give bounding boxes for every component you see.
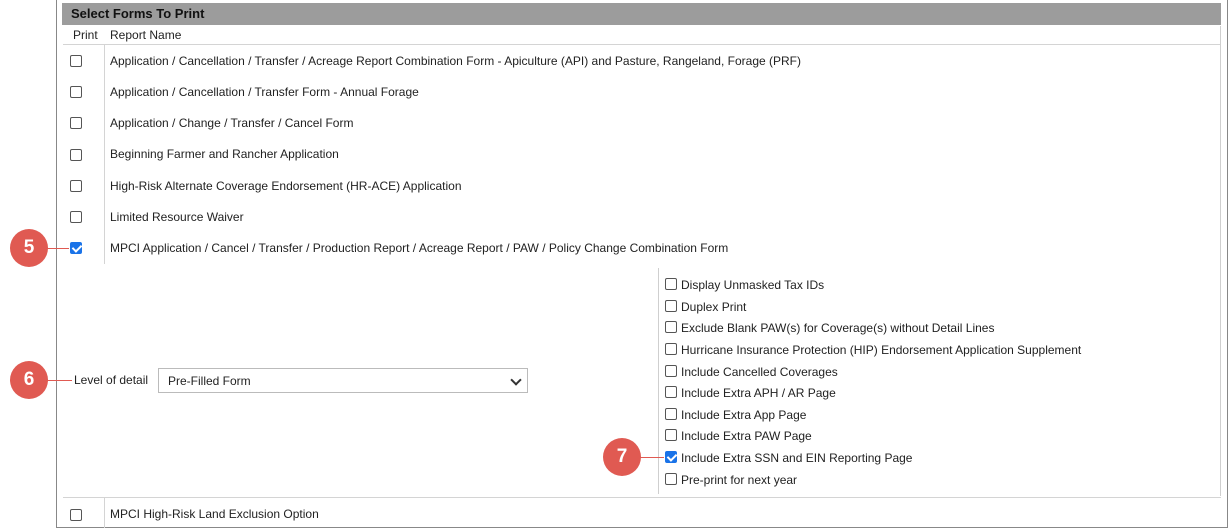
form-checkbox-application-change[interactable] bbox=[70, 117, 82, 129]
callout-badge-7: 7 bbox=[603, 438, 641, 476]
option-label: Include Extra SSN and EIN Reporting Page bbox=[681, 451, 913, 465]
option-label: Include Cancelled Coverages bbox=[681, 365, 838, 379]
callout-line bbox=[47, 380, 72, 381]
form-checkbox-mpci-combination[interactable] bbox=[70, 242, 82, 254]
option-label: Pre-print for next year bbox=[681, 473, 798, 487]
forms-panel bbox=[56, 0, 1228, 528]
form-label: High-Risk Alternate Coverage Endorsement… bbox=[110, 179, 462, 193]
form-label: MPCI Application / Cancel / Transfer / P… bbox=[110, 241, 729, 255]
option-checkbox-extra-app[interactable] bbox=[665, 408, 677, 420]
option-checkbox-extra-ssn-ein[interactable] bbox=[665, 451, 677, 463]
option-label: Duplex Print bbox=[681, 300, 747, 314]
column-header-print: Print bbox=[73, 28, 98, 42]
option-label: Include Extra PAW Page bbox=[681, 429, 812, 443]
scroll-edge bbox=[1220, 26, 1221, 496]
option-label: Include Extra APH / AR Page bbox=[681, 386, 836, 400]
options-divider bbox=[658, 268, 659, 494]
form-label: MPCI High-Risk Land Exclusion Option bbox=[110, 507, 319, 521]
option-label: Exclude Blank PAW(s) for Coverage(s) wit… bbox=[681, 321, 995, 335]
column-divider bbox=[104, 498, 105, 528]
callout-line bbox=[640, 457, 664, 458]
chevron-down-icon bbox=[510, 374, 522, 386]
option-checkbox-exclude-blank-paw[interactable] bbox=[665, 321, 677, 333]
option-label: Include Extra App Page bbox=[681, 408, 807, 422]
form-checkbox-high-risk-land[interactable] bbox=[70, 509, 82, 521]
callout-badge-6: 6 bbox=[10, 361, 48, 399]
option-checkbox-extra-paw[interactable] bbox=[665, 429, 677, 441]
option-checkbox-extra-aph-ar[interactable] bbox=[665, 386, 677, 398]
option-label: Display Unmasked Tax IDs bbox=[681, 278, 825, 292]
callout-line bbox=[47, 248, 69, 249]
option-label: Hurricane Insurance Protection (HIP) End… bbox=[681, 343, 1082, 357]
form-label: Application / Cancellation / Transfer / … bbox=[110, 54, 801, 68]
form-label: Beginning Farmer and Rancher Application bbox=[110, 147, 339, 161]
option-checkbox-duplex-print[interactable] bbox=[665, 300, 677, 312]
form-checkbox-hr-ace[interactable] bbox=[70, 180, 82, 192]
level-of-detail-label: Level of detail bbox=[74, 373, 149, 387]
level-of-detail-select[interactable]: Pre-Filled Form bbox=[158, 368, 528, 393]
option-checkbox-hip-supplement[interactable] bbox=[665, 343, 677, 355]
column-header-report-name: Report Name bbox=[110, 28, 182, 42]
form-checkbox-limited-resource[interactable] bbox=[70, 211, 82, 223]
row-divider bbox=[63, 497, 1221, 498]
form-checkbox-beginning-farmer[interactable] bbox=[70, 149, 82, 161]
form-checkbox-annual-forage[interactable] bbox=[70, 86, 82, 98]
option-checkbox-cancelled-coverages[interactable] bbox=[665, 365, 677, 377]
form-label: Application / Cancellation / Transfer Fo… bbox=[110, 85, 419, 99]
header-divider bbox=[63, 44, 1221, 45]
level-of-detail-value: Pre-Filled Form bbox=[168, 374, 251, 388]
option-checkbox-unmasked-tax-ids[interactable] bbox=[665, 278, 677, 290]
callout-badge-5: 5 bbox=[10, 229, 48, 267]
form-checkbox-api-prf[interactable] bbox=[70, 55, 82, 67]
form-label: Application / Change / Transfer / Cancel… bbox=[110, 116, 354, 130]
section-header: Select Forms To Print bbox=[62, 3, 1221, 25]
column-divider bbox=[104, 44, 105, 264]
option-checkbox-preprint-next-year[interactable] bbox=[665, 473, 677, 485]
form-label: Limited Resource Waiver bbox=[110, 210, 244, 224]
